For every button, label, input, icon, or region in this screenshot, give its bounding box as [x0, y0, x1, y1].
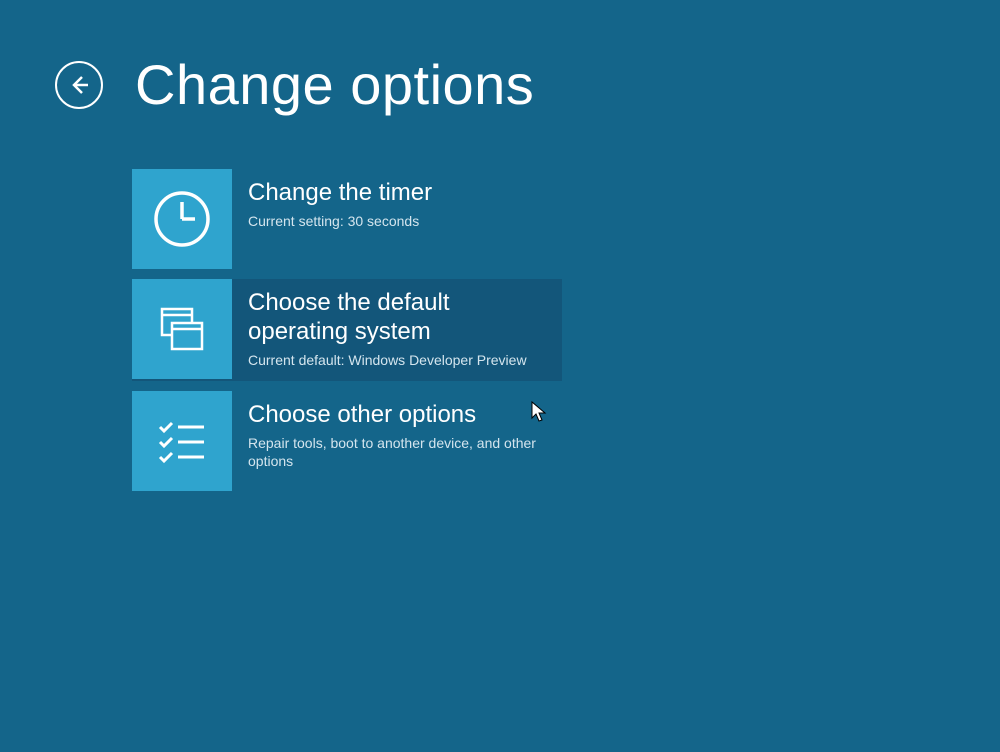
option-change-timer[interactable]: Change the timer Current setting: 30 sec…	[132, 169, 562, 269]
clock-icon	[132, 169, 232, 269]
option-subtitle: Current default: Windows Developer Previ…	[248, 351, 550, 369]
option-title: Choose the default operating system	[248, 289, 550, 347]
back-arrow-icon	[66, 72, 92, 98]
options-list: Change the timer Current setting: 30 sec…	[132, 169, 1000, 491]
option-subtitle: Repair tools, boot to another device, an…	[248, 434, 550, 470]
option-title: Change the timer	[248, 179, 550, 208]
page-title: Change options	[135, 52, 534, 117]
option-default-os[interactable]: Choose the default operating system Curr…	[132, 279, 562, 381]
windows-icon	[132, 279, 232, 379]
option-subtitle: Current setting: 30 seconds	[248, 212, 550, 230]
checklist-icon	[132, 391, 232, 491]
option-title: Choose other options	[248, 401, 550, 430]
option-other-options[interactable]: Choose other options Repair tools, boot …	[132, 391, 562, 491]
back-button[interactable]	[55, 61, 103, 109]
